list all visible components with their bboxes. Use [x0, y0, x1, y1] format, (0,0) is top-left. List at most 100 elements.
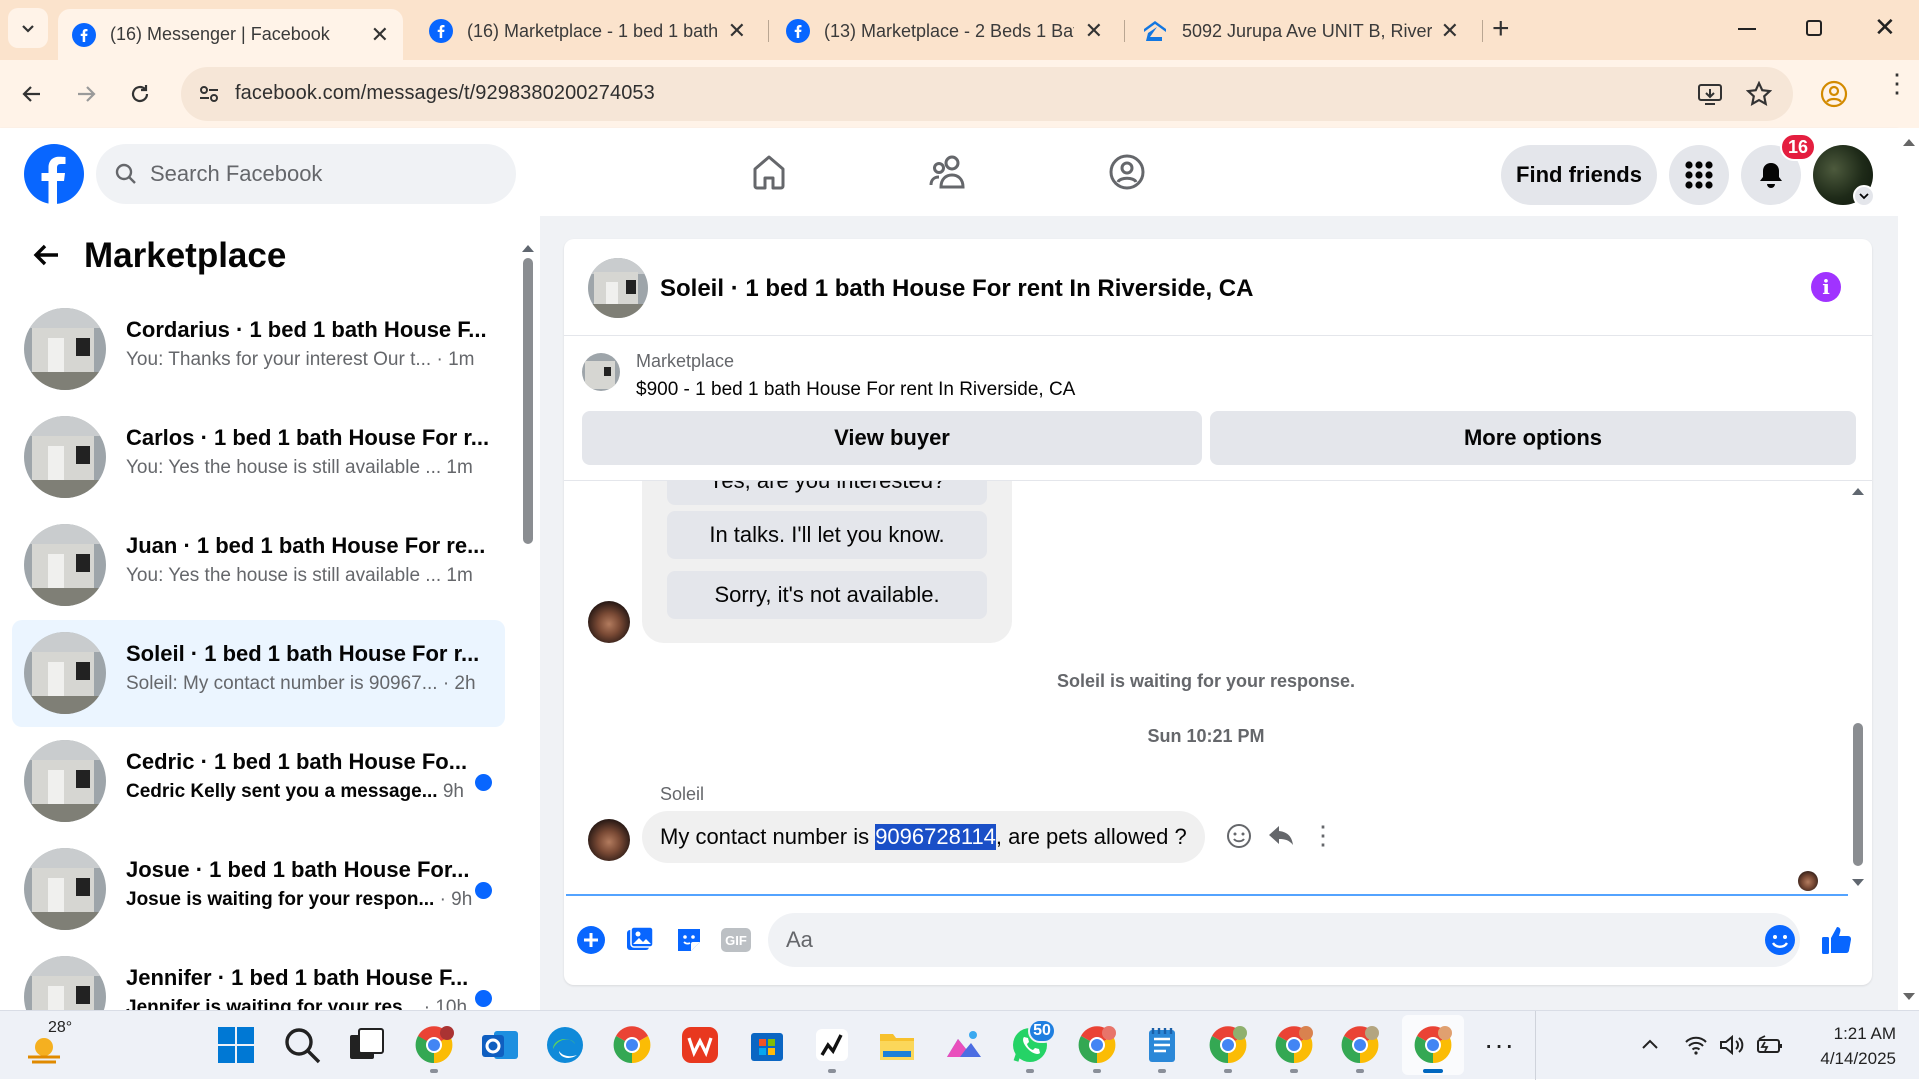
close-window-button[interactable]: ✕: [1874, 12, 1896, 43]
scroll-up-icon[interactable]: [1851, 486, 1865, 496]
outlook-icon[interactable]: [480, 1025, 520, 1065]
weather-widget[interactable]: 28°: [24, 1019, 84, 1071]
scrollbar-thumb[interactable]: [523, 258, 533, 544]
photo-icon[interactable]: [625, 925, 655, 955]
conversation-item-cordarius[interactable]: Cordarius · 1 bed 1 bath House F... You: …: [12, 296, 505, 403]
task-view-icon[interactable]: [346, 1025, 386, 1065]
chrome-profile-icon[interactable]: [1274, 1025, 1314, 1065]
browser-menu-icon[interactable]: ⋮: [1884, 70, 1910, 96]
search-input[interactable]: Search Facebook: [96, 144, 516, 204]
preview-text: You: Yes the house is still available ..…: [126, 457, 442, 478]
microsoft-store-icon[interactable]: [747, 1025, 787, 1065]
quick-reply-not-available[interactable]: Sorry, it's not available.: [667, 571, 987, 619]
install-app-icon[interactable]: [1697, 81, 1723, 107]
tab-search-button[interactable]: [8, 8, 48, 48]
conversation-item-soleil[interactable]: Soleil · 1 bed 1 bath House For r... Sole…: [12, 620, 505, 727]
tab-marketplace-1[interactable]: (16) Marketplace - 1 bed 1 bath ✕: [415, 9, 760, 53]
chat-avatar[interactable]: [588, 258, 648, 318]
message-input[interactable]: Aa: [768, 913, 1800, 967]
quick-reply-yes[interactable]: Yes, are you interested?: [667, 481, 987, 505]
facebook-favicon-icon: [72, 22, 96, 47]
scroll-up-icon[interactable]: [521, 243, 535, 253]
close-icon[interactable]: ✕: [728, 18, 746, 44]
chrome-profile-icon[interactable]: [1077, 1025, 1117, 1065]
message-bubble[interactable]: My contact number is 9096728114, are pet…: [642, 811, 1205, 863]
reply-icon[interactable]: [1267, 823, 1295, 849]
back-arrow-icon[interactable]: [32, 240, 62, 270]
conversation-item-jennifer[interactable]: Jennifer · 1 bed 1 bath House F... Jennif…: [12, 944, 505, 1010]
scroll-down-icon[interactable]: [1902, 992, 1916, 1002]
new-tab-button[interactable]: +: [1492, 12, 1510, 46]
site-settings-icon[interactable]: [197, 82, 221, 106]
more-apps-icon[interactable]: ···: [1484, 1029, 1515, 1061]
menu-button[interactable]: [1669, 145, 1729, 205]
minimize-button[interactable]: [1738, 28, 1756, 30]
soleil-avatar[interactable]: [588, 819, 630, 861]
scroll-down-icon[interactable]: [1851, 878, 1865, 888]
gif-icon[interactable]: GIF: [721, 928, 751, 952]
chevron-down-icon[interactable]: [1853, 185, 1875, 207]
selected-phone-number[interactable]: 9096728114: [875, 824, 996, 850]
conversation-item-juan[interactable]: Juan · 1 bed 1 bath House For re... You: …: [12, 512, 505, 619]
reload-icon[interactable]: [128, 82, 152, 106]
facebook-logo[interactable]: [24, 144, 84, 204]
forward-arrow-icon[interactable]: [74, 82, 98, 106]
sticker-icon[interactable]: [674, 925, 704, 955]
restore-button[interactable]: [1806, 20, 1822, 36]
soleil-avatar[interactable]: [588, 601, 630, 643]
listing-title[interactable]: $900 - 1 bed 1 bath House For rent In Ri…: [636, 379, 1075, 401]
chrome-profile-icon[interactable]: [414, 1025, 454, 1065]
quick-reply-in-talks[interactable]: In talks. I'll let you know.: [667, 511, 987, 559]
tab-messenger[interactable]: (16) Messenger | Facebook ✕: [58, 9, 403, 60]
page-scrollbar[interactable]: [1898, 128, 1919, 1010]
photos-icon[interactable]: [944, 1025, 984, 1065]
scroll-up-icon[interactable]: [1902, 137, 1916, 147]
battery-icon[interactable]: [1756, 1035, 1784, 1055]
chevron-up-icon[interactable]: [1640, 1035, 1660, 1055]
groups-icon[interactable]: [1108, 153, 1146, 191]
chat-scrollbar-thumb[interactable]: [1853, 723, 1863, 866]
preview-time: · 1m: [436, 349, 475, 370]
listing-thumbnail[interactable]: [582, 353, 620, 391]
edge-icon[interactable]: [545, 1025, 585, 1065]
message-text: , are pets allowed ?: [995, 824, 1187, 849]
view-buyer-button[interactable]: View buyer: [582, 411, 1202, 465]
conversation-item-carlos[interactable]: Carlos · 1 bed 1 bath House For r... You:…: [12, 404, 505, 511]
tab-zillow[interactable]: 5092 Jurupa Ave UNIT B, Riversi ✕: [1128, 9, 1473, 53]
find-friends-button[interactable]: Find friends: [1501, 145, 1657, 205]
windows-start-icon[interactable]: [216, 1025, 256, 1065]
chrome-profile-icon[interactable]: [1208, 1025, 1248, 1065]
more-actions-icon[interactable]: ⋮: [1310, 821, 1336, 849]
volume-icon[interactable]: [1718, 1033, 1744, 1057]
bookmark-star-icon[interactable]: [1746, 81, 1772, 107]
stocks-app-icon[interactable]: [812, 1025, 852, 1065]
close-icon[interactable]: ✕: [1085, 18, 1103, 44]
wps-office-icon[interactable]: [680, 1025, 720, 1065]
friends-icon[interactable]: [928, 153, 968, 191]
more-options-button[interactable]: More options: [1210, 411, 1856, 465]
thumbs-up-icon[interactable]: [1820, 923, 1854, 957]
plus-circle-icon[interactable]: [576, 925, 606, 955]
search-icon[interactable]: [282, 1025, 322, 1065]
file-explorer-icon[interactable]: [877, 1025, 917, 1065]
chat-title[interactable]: Soleil · 1 bed 1 bath House For rent In …: [660, 275, 1253, 303]
wifi-icon[interactable]: [1684, 1033, 1708, 1057]
conversation-item-cedric[interactable]: Cedric · 1 bed 1 bath House Fo... Cedric …: [12, 728, 505, 835]
conversation-item-josue[interactable]: Josue · 1 bed 1 bath House For... Josue i…: [12, 836, 505, 943]
sidebar-scrollbar[interactable]: [520, 236, 536, 1010]
close-icon[interactable]: ✕: [371, 22, 389, 48]
react-emoji-icon[interactable]: [1226, 823, 1252, 849]
emoji-icon[interactable]: [1764, 924, 1796, 956]
chrome-icon[interactable]: [612, 1025, 652, 1065]
chrome-profile-icon[interactable]: [1340, 1025, 1380, 1065]
close-icon[interactable]: ✕: [1441, 18, 1459, 44]
tab-marketplace-2[interactable]: (13) Marketplace - 2 Beds 1 Bat ✕: [772, 9, 1117, 53]
clock[interactable]: 1:21 AM 4/14/2025: [1800, 1021, 1896, 1071]
active-app-highlight[interactable]: [1402, 1015, 1464, 1075]
profile-icon[interactable]: [1820, 80, 1848, 108]
info-icon[interactable]: i: [1811, 272, 1841, 302]
back-arrow-icon[interactable]: [20, 82, 44, 106]
notepad-icon[interactable]: [1142, 1025, 1182, 1065]
home-icon[interactable]: [750, 153, 788, 191]
url-text[interactable]: facebook.com/messages/t/9298380200274053: [235, 82, 655, 105]
